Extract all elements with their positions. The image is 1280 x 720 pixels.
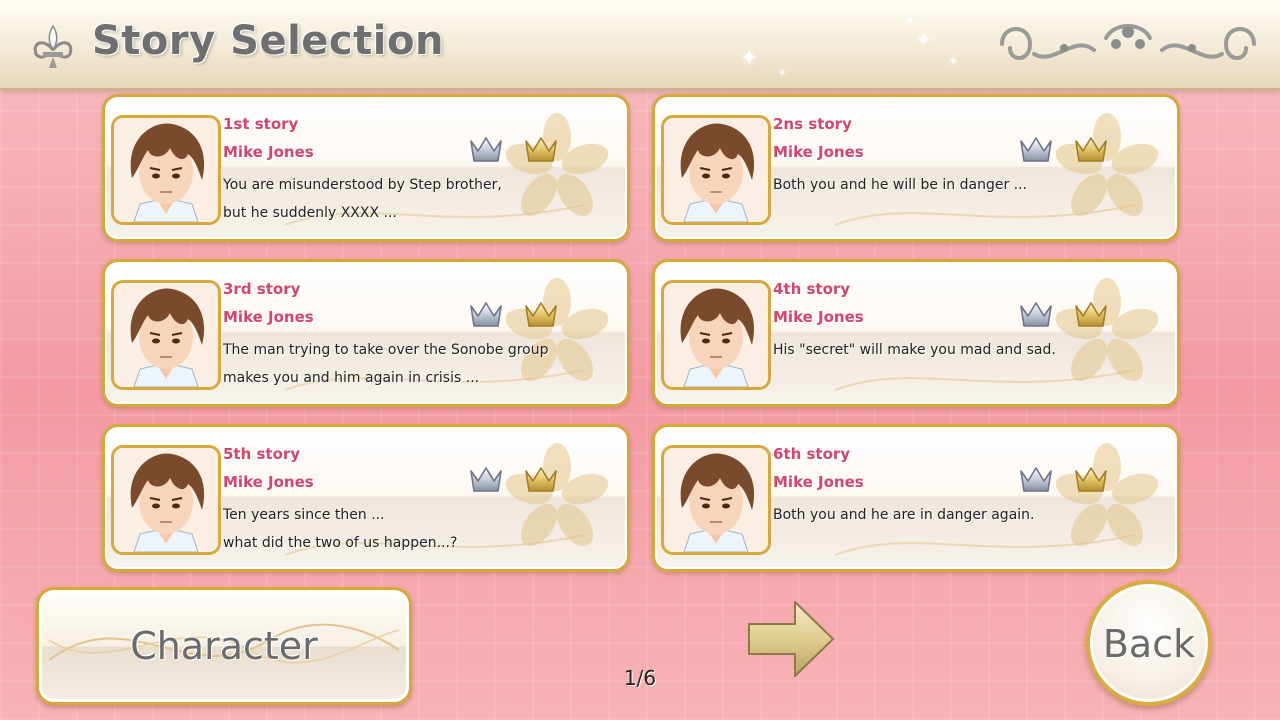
next-arrow-icon[interactable]	[745, 598, 837, 680]
sparkle-icon: ✦	[740, 46, 759, 71]
story-description: Both you and he will be in danger ...	[773, 171, 1027, 199]
story-title: 1st story	[223, 115, 299, 133]
story-title: 5th story	[223, 445, 301, 463]
header-bar: Story Selection ✦ ✦ ✦ ✦ ✦	[0, 0, 1280, 90]
character-button[interactable]: Character	[36, 587, 412, 705]
swirl-decoration	[835, 204, 1135, 226]
sparkle-icon: ✦	[905, 14, 916, 28]
avatar	[661, 445, 771, 555]
story-description-line: The man trying to take over the Sonobe g…	[223, 342, 549, 358]
swirl-decoration	[835, 369, 1135, 391]
silver-crown-icon	[1018, 465, 1054, 495]
story-character-name: Mike Jones	[773, 473, 864, 491]
story-card-1[interactable]: 1st story Mike Jones You are misundersto…	[102, 94, 630, 242]
silver-crown-icon	[468, 300, 504, 330]
story-description-line: what did the two of us happen...?	[223, 535, 458, 551]
story-card-6[interactable]: 6th story Mike Jones Both you and he are…	[652, 424, 1180, 572]
ornament-icon	[1000, 24, 1256, 60]
avatar	[111, 445, 221, 555]
page-title: Story Selection	[92, 18, 444, 64]
sparkle-icon: ✦	[916, 30, 932, 51]
silver-crown-icon	[1018, 300, 1054, 330]
story-character-name: Mike Jones	[223, 143, 314, 161]
story-card-5[interactable]: 5th story Mike Jones Ten years since the…	[102, 424, 630, 572]
avatar	[661, 115, 771, 225]
story-description-line: You are misunderstood by Step brother,	[223, 177, 502, 193]
page-indicator: 1/6	[623, 666, 657, 690]
sparkle-icon: ✦	[948, 54, 959, 68]
story-character-name: Mike Jones	[223, 473, 314, 491]
gold-crown-icon	[1073, 135, 1109, 165]
story-description-line: Both you and he will be in danger ...	[773, 177, 1028, 193]
gold-crown-icon	[523, 300, 559, 330]
back-button[interactable]: Back	[1086, 580, 1212, 706]
story-description-line: but he suddenly XXXX ...	[223, 205, 397, 221]
fleur-de-lis-icon	[33, 24, 73, 68]
story-title: 2ns story	[773, 115, 852, 133]
silver-crown-icon	[468, 465, 504, 495]
story-character-name: Mike Jones	[223, 308, 314, 326]
avatar	[111, 280, 221, 390]
gold-crown-icon	[1073, 300, 1109, 330]
story-description: The man trying to take over the Sonobe g…	[223, 336, 549, 392]
story-description-line: Both you and he are in danger again.	[773, 507, 1035, 523]
story-character-name: Mike Jones	[773, 308, 864, 326]
story-description-line: makes you and him again in crisis ...	[223, 370, 480, 386]
avatar	[111, 115, 221, 225]
sparkle-icon: ✦	[778, 68, 787, 79]
silver-crown-icon	[468, 135, 504, 165]
back-button-label: Back	[1102, 622, 1196, 666]
story-title: 6th story	[773, 445, 851, 463]
story-description-line: His "secret" will make you mad and sad.	[773, 342, 1056, 358]
story-description-line: Ten years since then ...	[223, 507, 385, 523]
character-button-label: Character	[130, 624, 318, 668]
story-description: His "secret" will make you mad and sad.	[773, 336, 1056, 364]
gold-crown-icon	[523, 135, 559, 165]
avatar	[661, 280, 771, 390]
story-card-4[interactable]: 4th story Mike Jones His "secret" will m…	[652, 259, 1180, 407]
swirl-decoration	[835, 534, 1135, 556]
story-description: You are misunderstood by Step brother, b…	[223, 171, 502, 227]
story-description: Ten years since then ... what did the tw…	[223, 501, 457, 557]
story-title: 3rd story	[223, 280, 301, 298]
story-title: 4th story	[773, 280, 851, 298]
story-character-name: Mike Jones	[773, 143, 864, 161]
story-card-3[interactable]: 3rd story Mike Jones The man trying to t…	[102, 259, 630, 407]
silver-crown-icon	[1018, 135, 1054, 165]
gold-crown-icon	[1073, 465, 1109, 495]
story-description: Both you and he are in danger again.	[773, 501, 1035, 529]
gold-crown-icon	[523, 465, 559, 495]
story-card-2[interactable]: 2ns story Mike Jones Both you and he wil…	[652, 94, 1180, 242]
